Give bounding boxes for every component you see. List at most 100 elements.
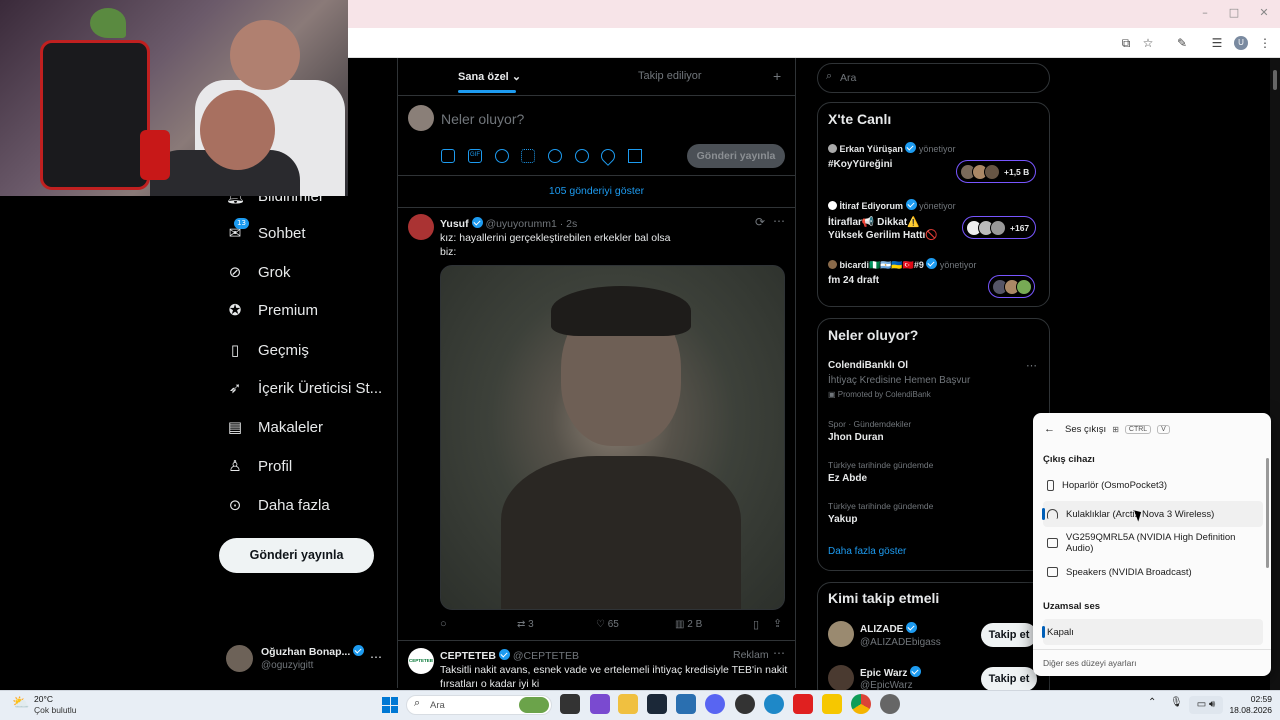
trend-name[interactable]: Jhon Duran bbox=[828, 432, 884, 443]
live-listeners[interactable] bbox=[988, 275, 1035, 298]
minimize-button[interactable]: – bbox=[1197, 6, 1213, 22]
compose-input[interactable]: Neler oluyor? bbox=[441, 111, 524, 127]
chrome-icon[interactable] bbox=[851, 694, 871, 714]
microphone-icon[interactable]: 🎙︎ bbox=[1170, 697, 1183, 708]
close-window-button[interactable]: ✕ bbox=[1256, 6, 1272, 22]
schedule-icon[interactable] bbox=[575, 149, 589, 163]
live-host[interactable]: bicardi🇳🇬🇦🇷🇺🇦🇹🇷#9 yönetiyor bbox=[828, 258, 976, 271]
account-avatar[interactable] bbox=[226, 645, 253, 672]
show-more-link[interactable]: Daha fazla göster bbox=[828, 546, 906, 557]
sidebar-item-profile[interactable]: ♙ Profil bbox=[226, 451, 292, 481]
search-input[interactable]: Ara bbox=[840, 72, 856, 84]
show-new-posts-link[interactable]: 105 gönderiyi göster bbox=[398, 185, 795, 197]
network-volume-tray[interactable]: ▭ 🔊︎ bbox=[1189, 696, 1223, 714]
trend-name[interactable]: Yakup bbox=[828, 514, 857, 525]
follow-button[interactable]: Takip et bbox=[981, 623, 1037, 647]
sidebar-item-articles[interactable]: ▤ Makaleler bbox=[226, 412, 323, 442]
grok-explain-icon[interactable]: ⟳ bbox=[755, 215, 765, 229]
weather-temp[interactable]: 20°C bbox=[34, 694, 53, 704]
post-handle[interactable]: @CEPTETEB bbox=[513, 650, 579, 662]
trend-more-icon[interactable]: ⋯ bbox=[1026, 359, 1037, 372]
post-more-icon[interactable]: ⋯ bbox=[773, 646, 785, 660]
profile-avatar[interactable]: U bbox=[1234, 36, 1248, 50]
flag-icon[interactable] bbox=[628, 149, 642, 163]
reply-icon[interactable]: ○ bbox=[440, 618, 447, 630]
browser-menu-icon[interactable]: ⋮ bbox=[1257, 35, 1273, 51]
app-icon[interactable] bbox=[793, 694, 813, 714]
app-icon[interactable] bbox=[590, 694, 610, 714]
live-title[interactable]: İtiraflar📢 Dikkat⚠️ Yüksek Gerilim Hattı🚫 bbox=[828, 216, 938, 242]
device-option[interactable]: VG259QMRL5A (NVIDIA High Definition Audi… bbox=[1043, 530, 1263, 556]
install-app-icon[interactable]: ⧉ bbox=[1118, 35, 1134, 51]
reading-list-icon[interactable]: ☰ bbox=[1209, 35, 1225, 51]
gif-icon[interactable]: GIF bbox=[468, 149, 482, 163]
weather-icon[interactable]: ⛅ bbox=[12, 694, 29, 711]
post-author-name[interactable]: CEPTETEB bbox=[440, 650, 496, 662]
clock-time[interactable]: 02:59 bbox=[1226, 694, 1272, 704]
live-host[interactable]: Erkan Yürüşan yönetiyor bbox=[828, 142, 955, 154]
bookmark-star-icon[interactable]: ☆ bbox=[1140, 35, 1156, 51]
post-avatar[interactable]: CEPTETEB bbox=[408, 648, 434, 674]
tray-overflow-icon[interactable]: ⌃ bbox=[1148, 697, 1156, 708]
suggestion-name[interactable]: Epic Warz bbox=[860, 666, 922, 679]
suggestion-avatar[interactable] bbox=[828, 665, 854, 691]
sidebar-item-more[interactable]: ⊙ Daha fazla bbox=[226, 490, 330, 520]
trend-name[interactable]: Ez Abde bbox=[828, 473, 867, 484]
device-option-selected[interactable]: Kulaklıklar (Arctis Nova 3 Wireless) bbox=[1042, 501, 1263, 527]
panel-scrollbar[interactable] bbox=[1266, 458, 1269, 568]
views-button[interactable]: ▥ 2 B bbox=[675, 619, 702, 630]
steam-icon[interactable] bbox=[647, 694, 667, 714]
emoji-icon[interactable] bbox=[548, 149, 562, 163]
post-avatar[interactable] bbox=[408, 214, 434, 240]
account-name[interactable]: Oğuzhan Bonap... bbox=[261, 645, 365, 658]
extensions-icon[interactable]: ✎ bbox=[1174, 35, 1190, 51]
page-scrollbar[interactable] bbox=[1270, 58, 1280, 690]
sidebar-item-premium[interactable]: ✪ Premium bbox=[226, 295, 318, 325]
share-icon[interactable]: ⇪ bbox=[773, 617, 782, 630]
post-more-icon[interactable]: ⋯ bbox=[773, 214, 785, 228]
tab-for-you[interactable]: Sana özel ⌄ bbox=[458, 70, 521, 83]
post-author-name[interactable]: Yusuf bbox=[440, 218, 469, 230]
file-explorer-icon[interactable] bbox=[618, 694, 638, 714]
like-button[interactable]: ♡ 65 bbox=[596, 619, 619, 630]
sidebar-item-creator-studio[interactable]: ➶ İçerik Üreticisi St... bbox=[226, 373, 382, 403]
live-title[interactable]: #KoyYüreğini bbox=[828, 159, 892, 170]
follow-button[interactable]: Takip et bbox=[981, 667, 1037, 691]
windows-start-icon[interactable] bbox=[382, 697, 398, 713]
post-image[interactable] bbox=[440, 265, 785, 610]
suggestion-avatar[interactable] bbox=[828, 621, 854, 647]
account-menu-icon[interactable]: ⋯ bbox=[370, 650, 382, 664]
grok-compose-icon[interactable] bbox=[495, 149, 509, 163]
device-option[interactable]: Hoparlör (OsmoPocket3) bbox=[1043, 472, 1263, 498]
compose-post-button[interactable]: Gönderi yayınla bbox=[687, 144, 785, 168]
live-listeners[interactable]: +167 bbox=[962, 216, 1037, 239]
more-volume-settings-link[interactable]: Diğer ses düzeyi ayarları bbox=[1043, 658, 1137, 668]
suggestion-name[interactable]: ALIZADE bbox=[860, 622, 918, 635]
poll-icon[interactable] bbox=[521, 149, 535, 163]
live-host[interactable]: İtiraf Ediyorum yönetiyor bbox=[828, 199, 956, 211]
edge-icon[interactable] bbox=[764, 694, 784, 714]
promo-desc[interactable]: İhtiyaç Kredisine Hemen Başvur bbox=[828, 375, 970, 386]
add-tab-icon[interactable]: + bbox=[773, 68, 781, 84]
live-listeners[interactable]: +1,5 B bbox=[956, 160, 1037, 183]
clock-date[interactable]: 18.08.2026 bbox=[1222, 705, 1272, 715]
spatial-sound-option[interactable]: Kapalı bbox=[1042, 619, 1263, 645]
promo-name[interactable]: ColendiBanklı Ol bbox=[828, 360, 908, 371]
sidebar-item-chat[interactable]: ✉ 13 Sohbet bbox=[226, 218, 306, 248]
post-handle[interactable]: @uyuyorumm1 bbox=[485, 218, 556, 230]
sidebar-item-history[interactable]: ▯ Geçmiş bbox=[226, 335, 309, 365]
post-button[interactable]: Gönderi yayınla bbox=[219, 538, 374, 573]
retweet-button[interactable]: ⇄ 3 bbox=[517, 619, 534, 630]
bookmark-post-icon[interactable]: ▯ bbox=[753, 618, 759, 631]
obs-icon[interactable] bbox=[735, 694, 755, 714]
taskbar-search-input[interactable]: Ara bbox=[430, 700, 445, 711]
live-title[interactable]: fm 24 draft bbox=[828, 275, 879, 286]
tab-following[interactable]: Takip ediliyor bbox=[638, 70, 702, 82]
discord-icon[interactable] bbox=[705, 694, 725, 714]
device-option[interactable]: Speakers (NVIDIA Broadcast) bbox=[1043, 559, 1263, 585]
task-view-icon[interactable] bbox=[560, 694, 580, 714]
sidebar-item-grok[interactable]: ⊘ Grok bbox=[226, 257, 291, 287]
app-icon[interactable] bbox=[676, 694, 696, 714]
app-icon[interactable] bbox=[822, 694, 842, 714]
maximize-button[interactable]: □ bbox=[1226, 6, 1242, 22]
